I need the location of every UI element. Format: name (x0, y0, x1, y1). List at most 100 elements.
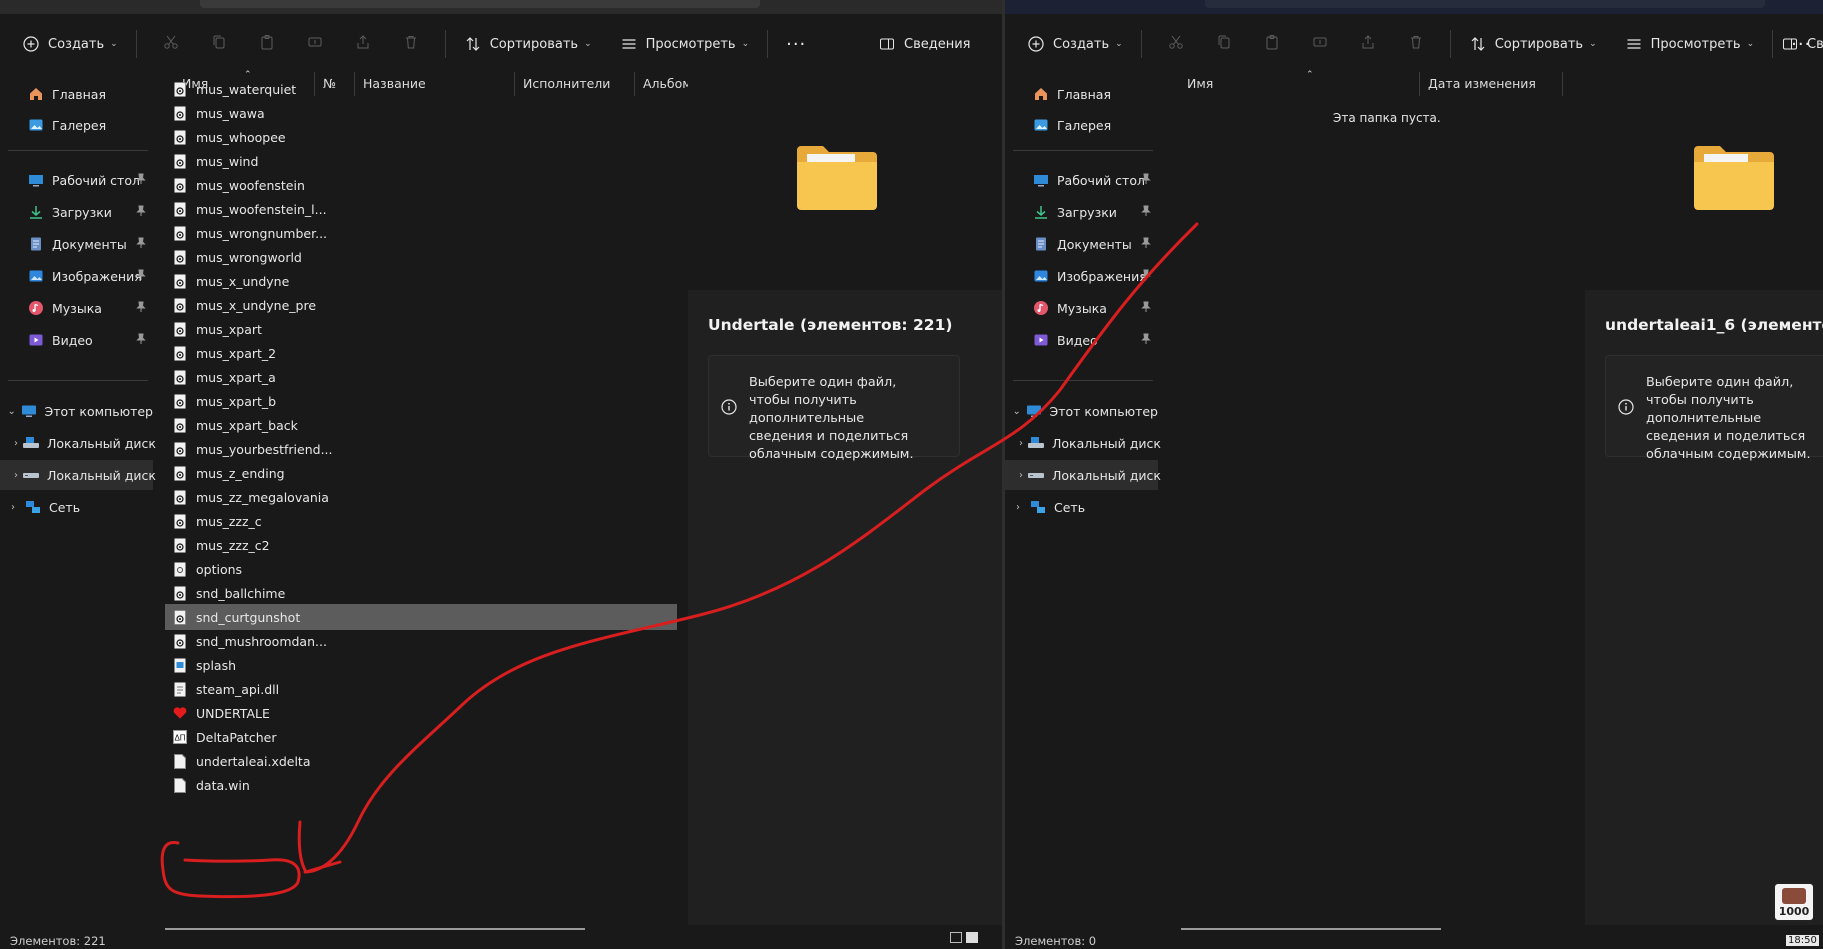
create-button[interactable]: Создать ⌄ (1019, 26, 1131, 62)
file-row[interactable]: mus_xpart_b (165, 388, 677, 414)
chevron-right-icon[interactable]: › (1019, 470, 1023, 481)
address-bar[interactable] (1205, 0, 1765, 8)
nav-item-local-disk-2[interactable]: › Локальный диск (0, 460, 156, 490)
nav-item-network[interactable]: › Сеть (1005, 492, 1158, 522)
details-view-icon[interactable] (950, 932, 962, 943)
sort-button[interactable]: Сортировать ⌄ (1461, 26, 1605, 62)
nav-item-home[interactable]: Главная (1005, 79, 1158, 109)
file-row[interactable]: mus_xpart_a (165, 364, 677, 390)
chevron-down-icon[interactable]: ⌄ (6, 406, 17, 417)
more-button[interactable]: ··· (778, 26, 814, 62)
file-row[interactable]: mus_xpart_back (165, 412, 677, 438)
cut-button[interactable] (1152, 26, 1200, 62)
chevron-right-icon[interactable]: › (6, 502, 20, 513)
file-name: data.win (196, 777, 250, 793)
chevron-down-icon[interactable]: ⌄ (1011, 406, 1022, 417)
paste-button[interactable] (243, 26, 291, 62)
nav-item-gallery[interactable]: Галерея (0, 110, 153, 140)
nav-item-local-disk-1[interactable]: › Локальный диск (1005, 428, 1161, 458)
details-toggle-button[interactable]: Сведения (870, 26, 979, 62)
delete-button[interactable] (1392, 26, 1440, 62)
cut-button[interactable] (147, 26, 195, 62)
file-row[interactable]: UNDERTALE (165, 700, 677, 726)
nav-item-gallery[interactable]: Галерея (1005, 110, 1158, 140)
file-row[interactable]: mus_x_undyne (165, 268, 677, 294)
nav-item-local-disk-1[interactable]: › Локальный диск (0, 428, 156, 458)
file-row[interactable]: mus_wrongworld (165, 244, 677, 270)
nav-item-desktop[interactable]: Рабочий стол (1005, 165, 1158, 195)
file-row[interactable]: snd_mushroomdan... (165, 628, 677, 654)
share-button[interactable] (339, 26, 387, 62)
pin-icon (1140, 333, 1152, 345)
nav-item-documents[interactable]: Документы (0, 229, 153, 259)
paste-button[interactable] (1248, 26, 1296, 62)
nav-item-video[interactable]: Видео (0, 325, 153, 355)
column-name[interactable]: Имя (1160, 72, 1420, 96)
nav-item-music[interactable]: Музыка (0, 293, 153, 323)
file-row[interactable]: undertaleai.xdelta (165, 748, 677, 774)
file-row[interactable]: mus_zzz_c (165, 508, 677, 534)
file-row[interactable]: mus_xpart (165, 316, 677, 342)
info-text: Выберите один файл, чтобы получить допол… (749, 375, 914, 462)
create-label: Создать (1053, 36, 1110, 52)
file-row[interactable]: options (165, 556, 677, 582)
copy-button[interactable] (195, 26, 243, 62)
share-button[interactable] (1344, 26, 1392, 62)
file-row[interactable]: snd_curtgunshot (165, 604, 677, 630)
file-row[interactable]: steam_api.dll (165, 676, 677, 702)
file-row[interactable]: data.win (165, 772, 677, 798)
nav-item-pictures[interactable]: Изображения (1005, 261, 1158, 291)
nav-item-downloads[interactable]: Загрузки (0, 197, 153, 227)
file-row[interactable]: mus_wrongnumber... (165, 220, 677, 246)
file-row[interactable]: mus_zz_megalovania (165, 484, 677, 510)
file-row[interactable]: snd_ballchime (165, 580, 677, 606)
sort-button[interactable]: Сортировать ⌄ (456, 26, 600, 62)
file-row[interactable]: splash (165, 652, 677, 678)
file-row[interactable]: mus_x_undyne_pre (165, 292, 677, 318)
file-name: DeltaPatcher (196, 729, 277, 745)
audio-file-icon (173, 105, 187, 121)
rename-button[interactable] (1296, 26, 1344, 62)
file-row[interactable]: mus_zzz_c2 (165, 532, 677, 558)
file-row[interactable]: ΔΠ DeltaPatcher (165, 724, 677, 750)
nav-item-pictures[interactable]: Изображения (0, 261, 153, 291)
chevron-right-icon[interactable]: › (14, 470, 18, 481)
file-row[interactable]: mus_wawa (165, 100, 677, 126)
chevron-right-icon[interactable]: › (1019, 438, 1023, 449)
nav-item-network[interactable]: › Сеть (0, 492, 153, 522)
file-row[interactable]: mus_wind (165, 148, 677, 174)
file-row[interactable]: mus_waterquiet (165, 76, 677, 102)
details-toggle-button[interactable]: Све (1773, 26, 1823, 62)
svg-text:ΔΠ: ΔΠ (174, 734, 185, 743)
nav-item-home[interactable]: Главная (0, 79, 153, 109)
nav-item-documents[interactable]: Документы (1005, 229, 1158, 259)
file-row[interactable]: mus_woofenstein (165, 172, 677, 198)
nav-item-this-pc[interactable]: ⌄ Этот компьютер (1005, 396, 1158, 426)
file-list: Имя ⌃ Дата изменения Эта папка пуста. (1160, 70, 1585, 929)
column-label: Имя (1187, 76, 1214, 91)
file-row[interactable]: mus_whoopee (165, 124, 677, 150)
nav-item-music[interactable]: Музыка (1005, 293, 1158, 323)
column-date-modified[interactable]: Дата изменения (1420, 72, 1563, 96)
file-row[interactable]: mus_z_ending (165, 460, 677, 486)
chevron-right-icon[interactable]: › (14, 438, 18, 449)
sort-label: Сортировать (489, 36, 579, 52)
view-button[interactable]: Просмотреть ⌄ (612, 26, 758, 62)
file-row[interactable]: mus_xpart_2 (165, 340, 677, 366)
nav-label: Главная (52, 86, 106, 102)
create-button[interactable]: Создать ⌄ (14, 26, 126, 62)
tiles-view-icon[interactable] (966, 932, 978, 943)
nav-item-video[interactable]: Видео (1005, 325, 1158, 355)
nav-item-downloads[interactable]: Загрузки (1005, 197, 1158, 227)
file-row[interactable]: mus_woofenstein_l... (165, 196, 677, 222)
address-bar[interactable] (200, 0, 760, 8)
file-row[interactable]: mus_yourbestfriend... (165, 436, 677, 462)
view-button[interactable]: Просмотреть ⌄ (1617, 26, 1763, 62)
copy-button[interactable] (1200, 26, 1248, 62)
delete-button[interactable] (387, 26, 435, 62)
nav-item-desktop[interactable]: Рабочий стол (0, 165, 153, 195)
rename-button[interactable] (291, 26, 339, 62)
chevron-right-icon[interactable]: › (1011, 502, 1025, 513)
nav-item-this-pc[interactable]: ⌄ Этот компьютер (0, 396, 153, 426)
nav-item-local-disk-2[interactable]: › Локальный диск (1005, 460, 1161, 490)
